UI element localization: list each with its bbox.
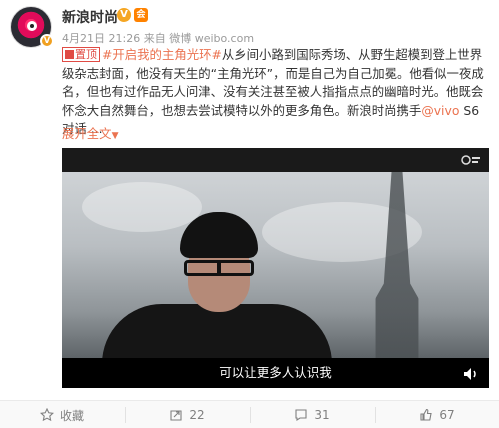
favorite-button[interactable]: 收藏 bbox=[0, 401, 124, 428]
user-name[interactable]: 新浪时尚 bbox=[62, 7, 118, 27]
mention-link[interactable]: @vivo bbox=[421, 103, 459, 118]
expand-label: 展开全文 bbox=[62, 126, 112, 141]
volume-icon[interactable] bbox=[463, 366, 479, 380]
pin-label: 置顶 bbox=[75, 48, 97, 61]
video-person-graphic bbox=[102, 212, 332, 384]
hashtag-link[interactable]: #开启我的主角光环# bbox=[102, 47, 222, 62]
expand-full-text-link[interactable]: 展开全文▼ bbox=[62, 124, 118, 142]
like-icon bbox=[420, 408, 433, 421]
like-button[interactable]: 67 bbox=[375, 401, 499, 428]
pinned-badge: 置顶 bbox=[62, 47, 100, 62]
repost-icon bbox=[170, 410, 182, 421]
verified-v-icon: V bbox=[117, 8, 131, 22]
timestamp[interactable]: 4月21日 21:26 bbox=[62, 32, 140, 45]
video-player[interactable]: 可以让更多人认识我 bbox=[62, 148, 489, 388]
source-prefix: 来自 bbox=[143, 32, 166, 45]
video-subtitle: 可以让更多人认识我 bbox=[219, 365, 332, 380]
chevron-down-icon: ▼ bbox=[111, 131, 119, 141]
video-watermark-icon bbox=[461, 153, 481, 167]
star-icon bbox=[39, 408, 54, 422]
source-link[interactable]: 微博 weibo.com bbox=[169, 32, 254, 45]
comment-count: 31 bbox=[314, 408, 330, 422]
vip-badge-icon[interactable]: 会 bbox=[134, 8, 148, 22]
video-frame bbox=[62, 172, 489, 384]
avatar-logo-icon bbox=[27, 21, 37, 31]
eiffel-tower-graphic bbox=[342, 172, 452, 358]
verified-badge-icon: V bbox=[40, 34, 54, 48]
action-bar: 收藏 22 31 67 bbox=[0, 400, 499, 428]
favorite-label: 收藏 bbox=[59, 408, 84, 423]
repost-button[interactable]: 22 bbox=[125, 401, 249, 428]
comment-button[interactable]: 31 bbox=[250, 401, 374, 428]
post-text: 置顶 #开启我的主角光环#从乡间小路到国际秀场、从野生超模到登上世界级杂志封面，他… bbox=[62, 46, 490, 139]
post-meta: 4月21日 21:26 来自 微博 weibo.com bbox=[62, 30, 254, 46]
comment-icon bbox=[295, 409, 307, 422]
repost-count: 22 bbox=[189, 408, 205, 422]
pin-icon bbox=[65, 50, 74, 59]
like-count: 67 bbox=[439, 408, 455, 422]
